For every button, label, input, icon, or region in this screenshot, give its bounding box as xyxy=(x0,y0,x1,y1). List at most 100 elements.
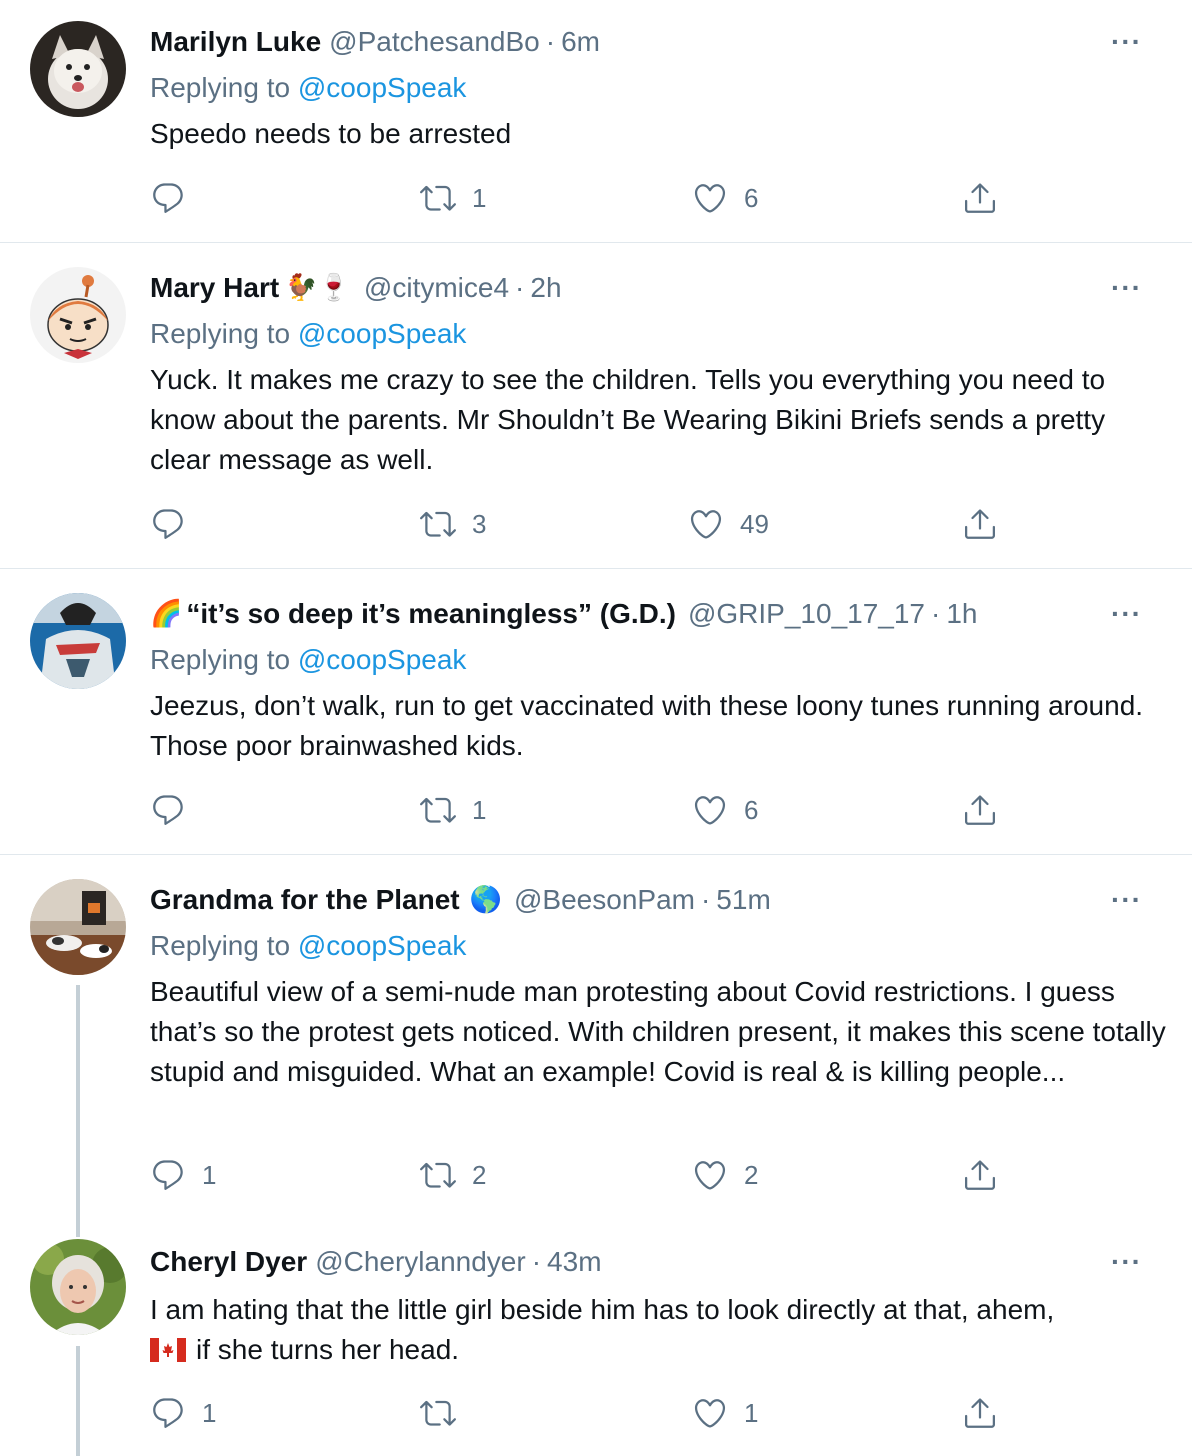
reply-icon xyxy=(150,180,186,216)
share-icon xyxy=(962,792,998,828)
replying-to-link[interactable]: @coopSpeak xyxy=(298,930,467,961)
reply-button[interactable] xyxy=(150,790,202,830)
retweet-button[interactable]: 3 xyxy=(420,504,486,544)
more-icon[interactable]: ··· xyxy=(1111,884,1142,916)
timestamp[interactable]: 43m xyxy=(547,1246,601,1278)
avatar[interactable] xyxy=(30,267,126,363)
display-name[interactable]: Mary Hart xyxy=(150,272,279,304)
like-button[interactable]: 49 xyxy=(688,504,769,544)
share-icon xyxy=(962,1157,998,1193)
retweet-count: 1 xyxy=(472,794,487,825)
like-button[interactable]: 6 xyxy=(692,178,758,218)
display-name[interactable]: Grandma for the Planet xyxy=(150,884,460,916)
share-button[interactable] xyxy=(962,504,998,544)
like-count: 1 xyxy=(744,1397,759,1428)
tweet-text-line: if she turns her head. xyxy=(150,1330,1170,1370)
replying-to: Replying to @coopSpeak xyxy=(150,72,466,104)
display-name[interactable]: “it’s so deep it’s meaningless” (G.D.) xyxy=(186,598,676,630)
separator-dot: · xyxy=(545,26,556,57)
reply-count: 1 xyxy=(202,1159,217,1190)
avatar[interactable] xyxy=(30,21,126,117)
retweet-button[interactable]: 1 xyxy=(420,790,486,830)
user-handle[interactable]: @GRIP_10_17_17 xyxy=(688,598,925,630)
share-button[interactable] xyxy=(962,178,998,218)
display-name[interactable]: Cheryl Dyer xyxy=(150,1246,307,1278)
replying-to-link[interactable]: @coopSpeak xyxy=(298,72,467,103)
retweet-icon xyxy=(420,1157,456,1193)
user-handle[interactable]: @BeesonPam xyxy=(514,884,695,916)
retweet-icon xyxy=(420,792,456,828)
avatar[interactable] xyxy=(30,879,126,975)
more-icon[interactable]: ··· xyxy=(1111,272,1142,304)
more-icon[interactable]: ··· xyxy=(1111,1246,1142,1278)
globe-emoji: 🌎 xyxy=(469,885,502,915)
replying-to-link[interactable]: @coopSpeak xyxy=(298,318,467,349)
tweet[interactable]: Marilyn Luke @PatchesandBo · 6m ··· Repl… xyxy=(0,0,1192,242)
timestamp[interactable]: 1h xyxy=(946,598,977,630)
replying-to-link[interactable]: @coopSpeak xyxy=(298,644,467,675)
like-count: 49 xyxy=(740,508,769,539)
retweet-count: 2 xyxy=(472,1159,487,1190)
heart-icon xyxy=(692,792,728,828)
heart-icon xyxy=(692,1157,728,1193)
retweet-icon xyxy=(420,1395,456,1431)
more-icon[interactable]: ··· xyxy=(1111,598,1142,630)
replying-prefix: Replying to xyxy=(150,930,298,961)
share-button[interactable] xyxy=(962,1393,998,1433)
like-button[interactable]: 2 xyxy=(692,1155,758,1195)
heart-icon xyxy=(688,506,724,542)
reply-icon xyxy=(150,1395,186,1431)
replying-to: Replying to @coopSpeak xyxy=(150,930,466,962)
reply-button[interactable]: 1 xyxy=(150,1155,216,1195)
retweet-button[interactable]: 1 xyxy=(420,178,486,218)
like-button[interactable]: 1 xyxy=(692,1393,758,1433)
tweet-actions: 1 6 xyxy=(150,178,1030,218)
rainbow-emoji: 🌈 xyxy=(150,599,183,629)
replying-prefix: Replying to xyxy=(150,72,298,103)
tweet[interactable]: Cheryl Dyer @Cherylanndyer · 43m ··· I a… xyxy=(0,1225,1192,1456)
avatar[interactable] xyxy=(30,1239,126,1335)
share-icon xyxy=(962,180,998,216)
user-handle[interactable]: @PatchesandBo xyxy=(329,26,540,58)
reply-count: 1 xyxy=(202,1397,217,1428)
tweet-actions: 1 1 xyxy=(150,1393,1030,1433)
retweet-count: 3 xyxy=(472,508,487,539)
canada-flag-icon xyxy=(150,1338,186,1362)
tweet-actions: 1 6 xyxy=(150,790,1030,830)
replying-to: Replying to @coopSpeak xyxy=(150,644,466,676)
share-icon xyxy=(962,506,998,542)
replying-prefix: Replying to xyxy=(150,644,298,675)
display-name[interactable]: Marilyn Luke xyxy=(150,26,321,58)
avatar-photo-image xyxy=(30,593,126,689)
heart-icon xyxy=(692,1395,728,1431)
separator-dot: · xyxy=(515,272,525,303)
retweet-button[interactable] xyxy=(420,1393,472,1433)
more-icon[interactable]: ··· xyxy=(1111,26,1142,58)
separator-dot: · xyxy=(700,884,711,915)
reply-button[interactable]: 1 xyxy=(150,1393,216,1433)
tweet-actions: 1 2 2 xyxy=(150,1155,1030,1195)
tweet[interactable]: Grandma for the Planet 🌎 @BeesonPam · 51… xyxy=(0,855,1192,1225)
separator-dot: · xyxy=(531,1246,542,1277)
tweet-text-line: I am hating that the little girl beside … xyxy=(150,1294,1055,1325)
like-button[interactable]: 6 xyxy=(692,790,758,830)
separator-dot: · xyxy=(931,598,941,629)
reply-button[interactable] xyxy=(150,178,202,218)
share-button[interactable] xyxy=(962,1155,998,1195)
retweet-button[interactable]: 2 xyxy=(420,1155,486,1195)
timestamp[interactable]: 6m xyxy=(561,26,600,58)
avatar-cartoon-image xyxy=(30,267,126,363)
user-handle[interactable]: @Cherylanndyer xyxy=(315,1246,526,1278)
tweet[interactable]: 🌈 “it’s so deep it’s meaningless” (G.D.)… xyxy=(0,569,1192,854)
tweet-header: 🌈 “it’s so deep it’s meaningless” (G.D.)… xyxy=(150,594,977,634)
share-button[interactable] xyxy=(962,790,998,830)
tweet-text: Speedo needs to be arrested xyxy=(150,118,512,149)
tweet[interactable]: Mary Hart 🐓🍷 @citymice4 · 2h ··· Replyin… xyxy=(0,243,1192,567)
reply-button[interactable] xyxy=(150,504,202,544)
timestamp[interactable]: 51m xyxy=(716,884,770,916)
user-handle[interactable]: @citymice4 xyxy=(364,272,509,304)
reply-icon xyxy=(150,1157,186,1193)
retweet-icon xyxy=(420,180,456,216)
avatar[interactable] xyxy=(30,593,126,689)
timestamp[interactable]: 2h xyxy=(530,272,561,304)
